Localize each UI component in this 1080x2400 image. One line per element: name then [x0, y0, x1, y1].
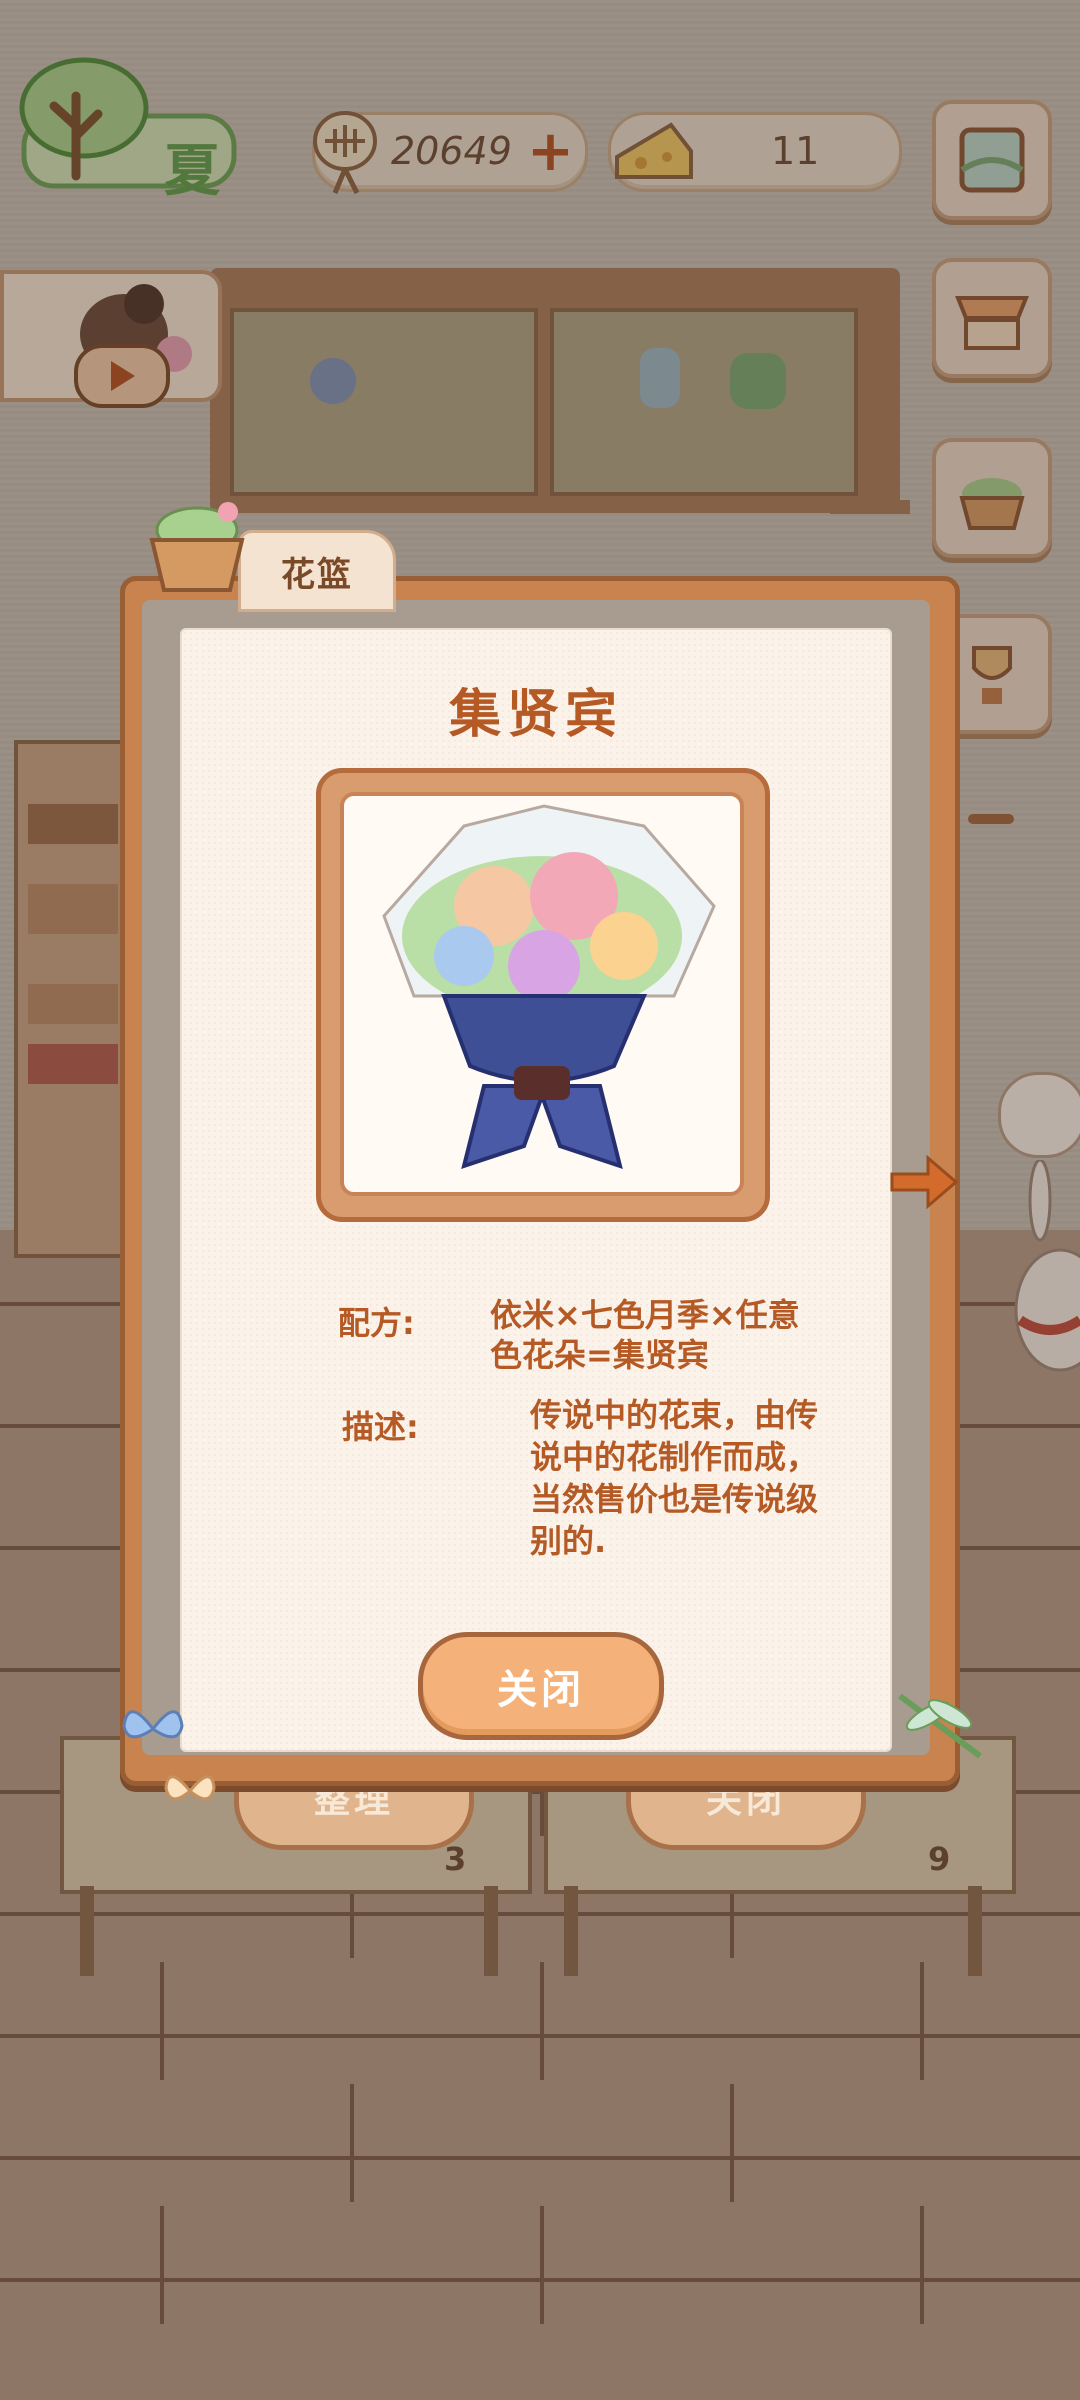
recipe-label: 配方: — [338, 1304, 415, 1342]
recipe-line-1: 依米×七色月季×任意 — [490, 1296, 800, 1334]
close-dialog-label: 关闭 — [497, 1667, 585, 1713]
description-line-4: 别的. — [530, 1522, 607, 1560]
description-line-1: 传说中的花束，由传 — [530, 1396, 819, 1434]
butterfly-icon — [122, 1710, 184, 1739]
description-line-2: 说中的花制作而成， — [530, 1438, 819, 1476]
category-tab[interactable]: 花篮 — [238, 530, 396, 612]
category-tab-label: 花篮 — [281, 554, 353, 595]
bouquet-icon — [382, 804, 716, 1170]
close-dialog-button[interactable]: 关闭 — [418, 1632, 664, 1740]
recipe-line-2: 色花朵=集贤宾 — [490, 1336, 709, 1374]
bouquet-image-panel — [340, 792, 744, 1196]
description-line-3: 当然售价也是传说级 — [530, 1480, 819, 1518]
bouquet-title: 集贤宾 — [448, 685, 623, 745]
flower-basket-icon — [149, 502, 245, 592]
dragonfly-icon — [898, 1693, 982, 1759]
next-arrow-icon[interactable] — [888, 1152, 960, 1212]
description-label: 描述: — [342, 1408, 419, 1446]
butterfly-small-icon — [164, 1775, 216, 1801]
